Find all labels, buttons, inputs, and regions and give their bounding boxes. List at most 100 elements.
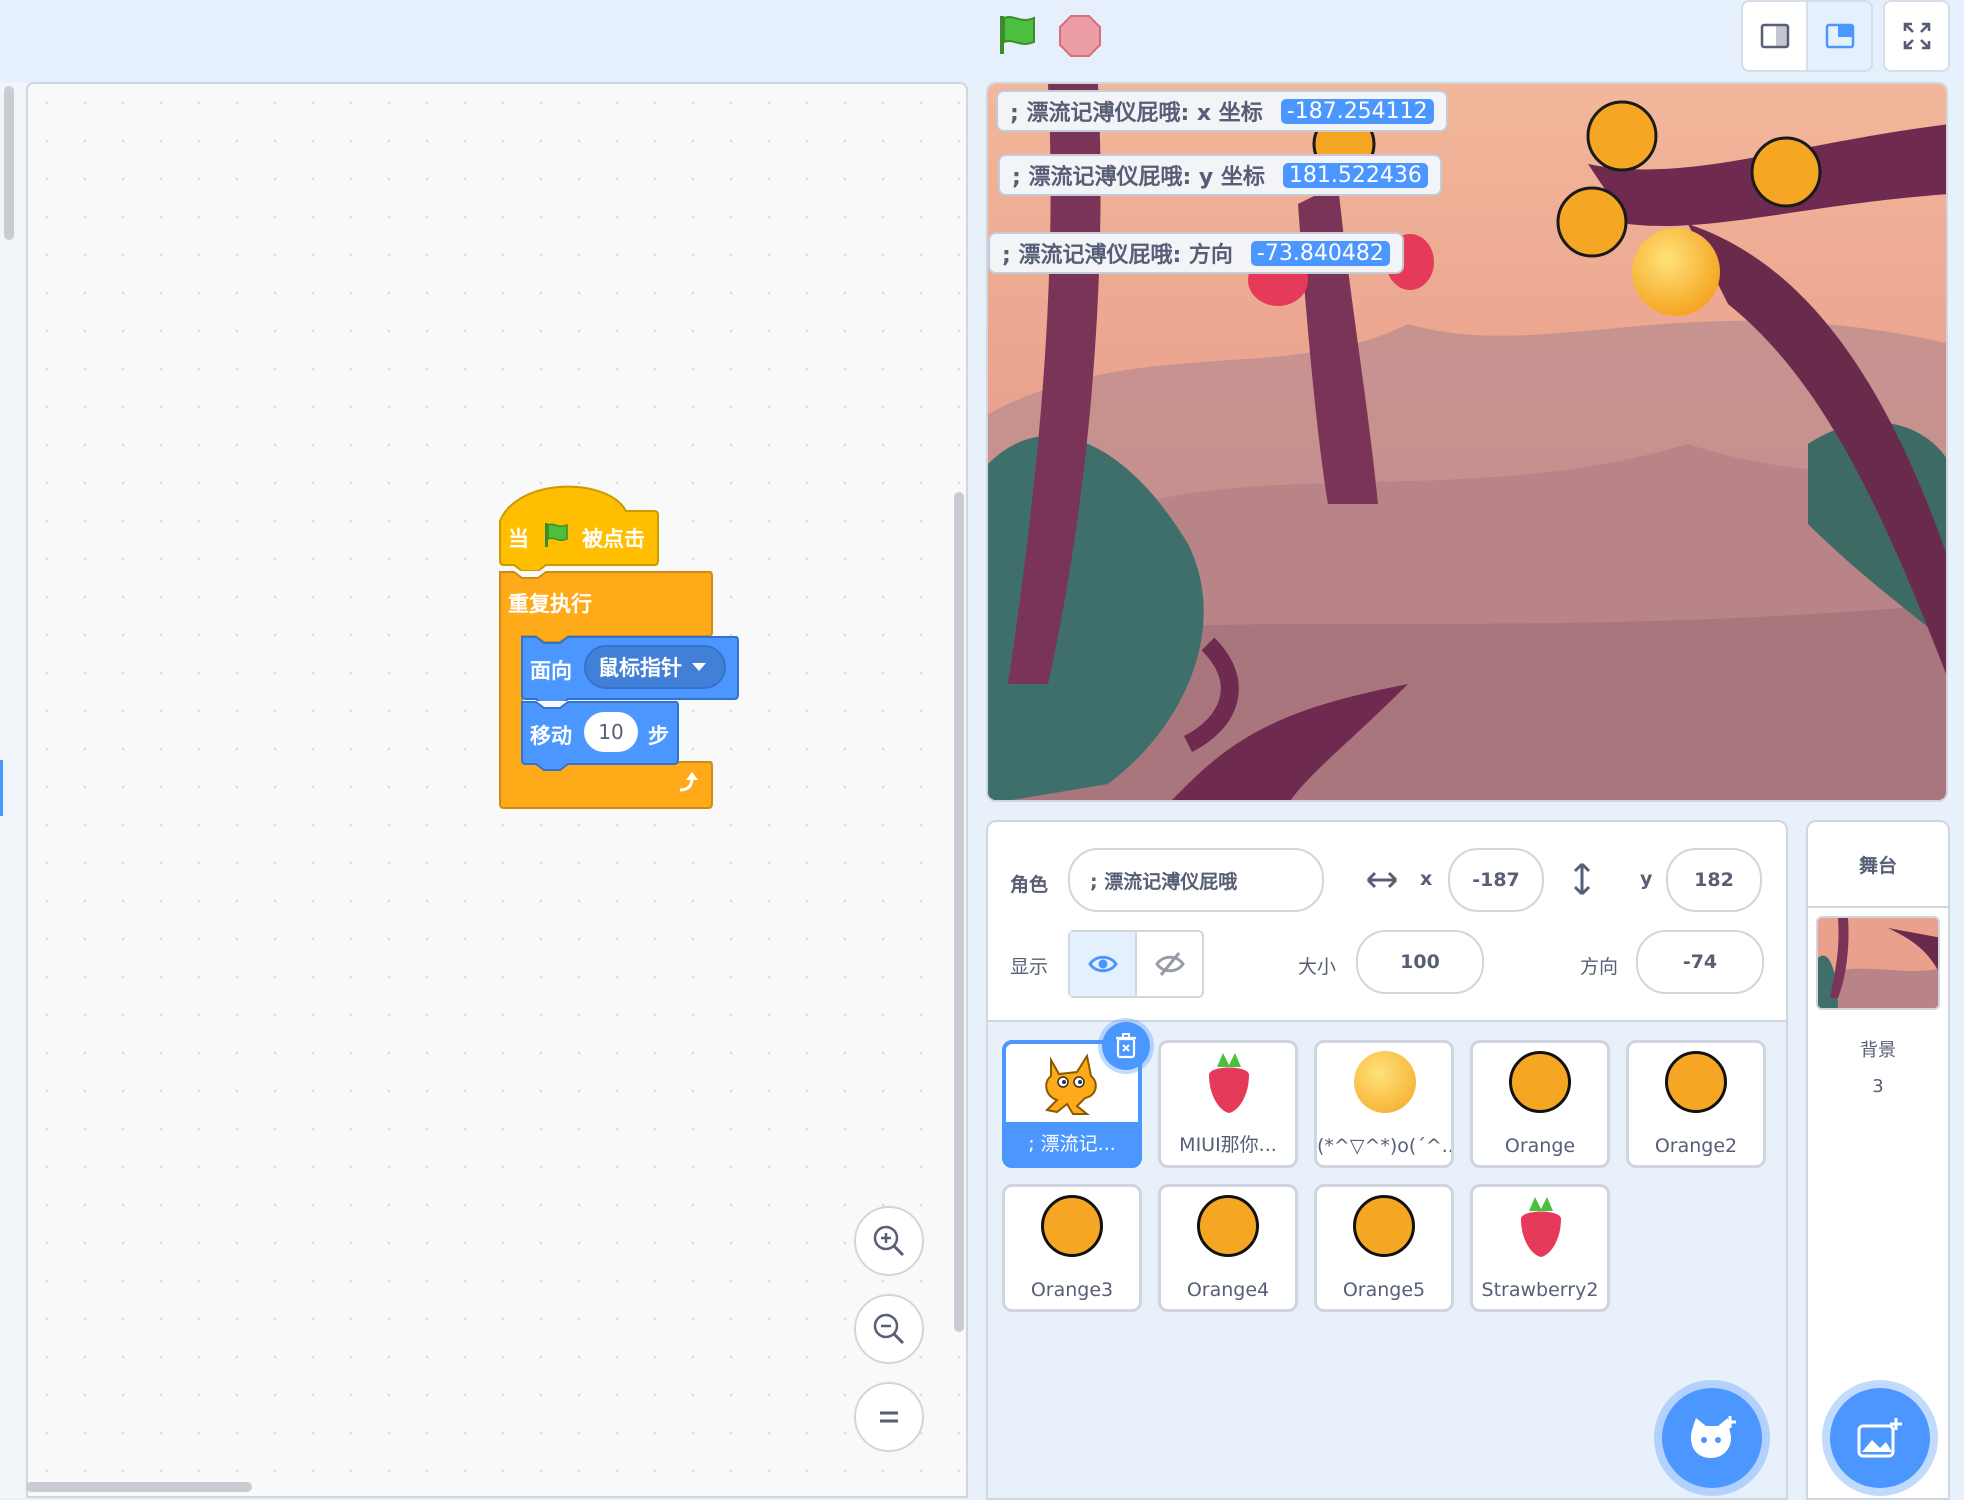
small-stage-icon: [1760, 23, 1789, 49]
normal-stage-button[interactable]: [1806, 0, 1873, 72]
direction-input[interactable]: -74: [1636, 930, 1764, 994]
stop-icon[interactable]: [1058, 14, 1102, 58]
target-dropdown[interactable]: 鼠标指针: [584, 645, 726, 689]
point-towards-text: 面向: [530, 659, 572, 683]
green-flag-icon: [542, 521, 570, 549]
orange-icon: [1197, 1195, 1259, 1257]
eye-icon: [1087, 955, 1118, 973]
monitor-value: -73.840482: [1250, 240, 1390, 266]
y-position-monitor[interactable]: ; 漂流记溥仪屁哦: y 坐标 181.522436: [998, 154, 1442, 196]
sprite-tile-name: ; 漂流记...: [1028, 1133, 1116, 1155]
sprite-tile[interactable]: Strawberry2: [1470, 1184, 1610, 1312]
sprite-info-panel: 角色 ; 漂流记溥仪屁哦 x -187 y 182 显示 大小 100 方向 -…: [988, 822, 1786, 1022]
delete-sprite-button[interactable]: [1102, 1022, 1150, 1070]
sprite-tile[interactable]: Orange2: [1626, 1040, 1766, 1168]
stage-canvas[interactable]: ; 漂流记溥仪屁哦: x 坐标 -187.254112 ; 漂流记溥仪屁哦: y…: [986, 82, 1948, 802]
sprite-pane: 角色 ; 漂流记溥仪屁哦 x -187 y 182 显示 大小 100 方向 -…: [986, 820, 1788, 1500]
show-button[interactable]: [1070, 932, 1137, 996]
move-text: 移动: [530, 724, 572, 748]
trash-icon: [1116, 1033, 1136, 1059]
orange-icon: [1665, 1051, 1727, 1113]
image-plus-icon: [1857, 1418, 1902, 1458]
strawberry-icon: [1511, 1195, 1571, 1261]
category-strip: [0, 82, 26, 1498]
ball-icon: [1354, 1051, 1416, 1113]
steps-input[interactable]: 10: [584, 712, 638, 752]
monitor-value: 181.522436: [1282, 162, 1428, 188]
sprite-tile[interactable]: Orange: [1470, 1040, 1610, 1168]
strawberry-icon: [1199, 1051, 1259, 1117]
stage-title: 舞台: [1808, 822, 1948, 908]
monitor-label: ; 漂流记溥仪屁哦: 方向: [1002, 243, 1233, 268]
sprite-tile-name: Orange5: [1342, 1279, 1426, 1301]
orange-icon: [1353, 1195, 1415, 1257]
sprite-tile-name: (*^▽^*)o(´^...: [1317, 1135, 1451, 1157]
x-label: x: [1420, 868, 1433, 890]
add-backdrop-button[interactable]: [1830, 1388, 1930, 1488]
sprite-tile-name: Orange2: [1654, 1135, 1738, 1157]
target-dropdown-value: 鼠标指针: [598, 656, 682, 680]
visibility-toggle: [1068, 930, 1204, 998]
orange-icon: [1041, 1195, 1103, 1257]
size-label: 大小: [1298, 956, 1337, 978]
zoom-out-icon: [873, 1313, 905, 1345]
backdrops-count: 3: [1872, 1076, 1884, 1097]
menu-bar: [0, 0, 1964, 82]
point-towards-block[interactable]: 面向 鼠标指针: [520, 635, 740, 701]
zoom-in-button[interactable]: [854, 1206, 924, 1276]
zoom-in-icon: [873, 1225, 905, 1257]
palette-scrollbar[interactable]: [4, 86, 14, 240]
sprite-tile[interactable]: Orange5: [1314, 1184, 1454, 1312]
sprite-tile-name: Orange4: [1186, 1279, 1270, 1301]
workspace-vertical-scrollbar[interactable]: [954, 492, 964, 1332]
backdrops-label: 背景: [1860, 1040, 1896, 1061]
orange-icon: [1509, 1051, 1571, 1113]
monitor-label: ; 漂流记溥仪屁哦: x 坐标: [1010, 101, 1263, 126]
sprite-tile-name: MIUI那你...: [1179, 1134, 1277, 1156]
monitor-value: -187.254112: [1280, 98, 1434, 124]
chevron-down-icon: [692, 663, 706, 671]
hide-button[interactable]: [1137, 932, 1202, 996]
monitor-label: ; 漂流记溥仪屁哦: y 坐标: [1012, 165, 1265, 190]
show-label: 显示: [1010, 956, 1049, 978]
fullscreen-button[interactable]: [1883, 0, 1950, 72]
when-flag-clicked-block[interactable]: 当 被点击: [498, 483, 660, 571]
y-label: y: [1640, 868, 1653, 890]
move-steps-block[interactable]: 移动 10 步: [520, 700, 680, 771]
sprite-name-input[interactable]: ; 漂流记溥仪屁哦: [1068, 848, 1324, 912]
green-flag-icon[interactable]: [994, 12, 1040, 58]
eye-slash-icon: [1154, 952, 1185, 976]
backdrop-thumbnail[interactable]: [1816, 916, 1940, 1010]
forever-text: 重复执行: [508, 592, 592, 616]
sprite-tile[interactable]: Orange3: [1002, 1184, 1142, 1312]
equals-icon: [880, 1411, 898, 1423]
direction-label: 方向: [1580, 956, 1619, 978]
zoom-out-button[interactable]: [854, 1294, 924, 1364]
sprite-label: 角色: [1010, 874, 1049, 896]
hat-when-text: 当: [508, 527, 529, 551]
sprite-tile-name: Strawberry2: [1481, 1279, 1599, 1301]
code-workspace[interactable]: [26, 82, 968, 1498]
sprite-tile[interactable]: Orange4: [1158, 1184, 1298, 1312]
fullscreen-icon: [1903, 22, 1930, 50]
sprite-tile-name: Orange3: [1030, 1279, 1114, 1301]
vertical-arrows-icon: [1570, 862, 1594, 896]
normal-stage-icon: [1825, 23, 1854, 49]
x-position-monitor[interactable]: ; 漂流记溥仪屁哦: x 坐标 -187.254112: [996, 90, 1448, 132]
size-input[interactable]: 100: [1356, 930, 1484, 994]
y-input[interactable]: 182: [1666, 848, 1762, 912]
hat-clicked-text: 被点击: [582, 527, 645, 551]
horizontal-arrows-icon: [1366, 868, 1398, 892]
direction-monitor[interactable]: ; 漂流记溥仪屁哦: 方向 -73.840482: [988, 232, 1404, 274]
stage-selector-pane[interactable]: 舞台 背景 3: [1806, 820, 1950, 1500]
add-sprite-button[interactable]: [1662, 1388, 1762, 1488]
sprite-tile[interactable]: (*^▽^*)o(´^...: [1314, 1040, 1454, 1168]
category-marker: [0, 760, 3, 816]
small-stage-button[interactable]: [1741, 0, 1808, 72]
workspace-horizontal-scrollbar[interactable]: [26, 1482, 252, 1492]
zoom-reset-button[interactable]: [854, 1382, 924, 1452]
cat-plus-icon: [1690, 1416, 1736, 1458]
sprite-tile[interactable]: MIUI那你...: [1158, 1040, 1298, 1168]
x-input[interactable]: -187: [1448, 848, 1544, 912]
steps-unit-text: 步: [648, 724, 669, 748]
